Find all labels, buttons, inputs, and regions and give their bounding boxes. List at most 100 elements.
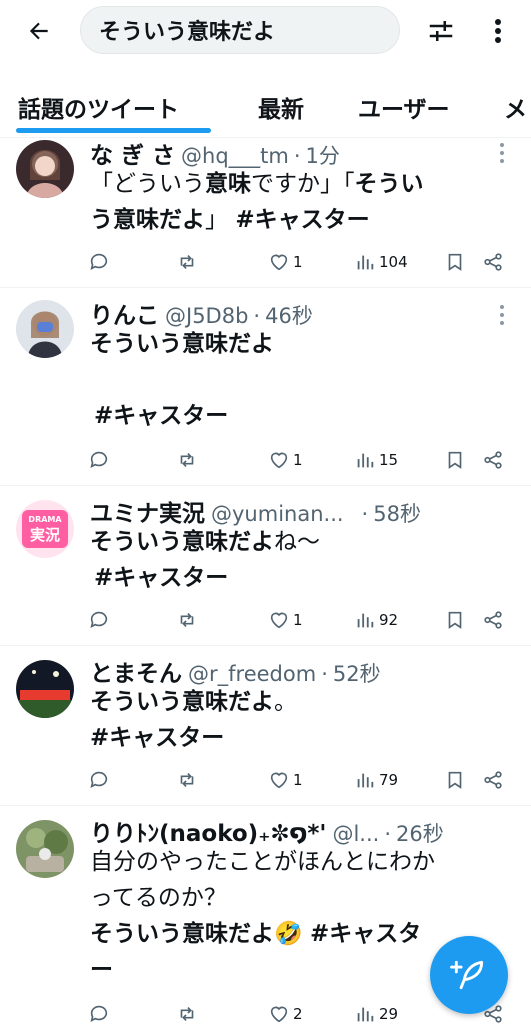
tab-media[interactable]: メ — [504, 90, 527, 124]
tab-top[interactable]: 話題のツイート — [18, 90, 179, 124]
views-button[interactable]: 79 — [354, 766, 398, 794]
share-button[interactable] — [482, 766, 504, 794]
bookmark-button[interactable] — [444, 606, 466, 634]
hashtag-link[interactable]: #キャスター — [235, 207, 369, 233]
bookmark-button[interactable] — [444, 446, 466, 474]
bookmark-button[interactable] — [444, 766, 466, 794]
view-count: 15 — [379, 451, 399, 469]
bookmark-icon — [448, 771, 462, 789]
handle[interactable]: @r_freedom — [188, 662, 316, 686]
like-count: 1 — [293, 771, 303, 789]
avatar[interactable] — [16, 140, 74, 198]
retweet-icon — [180, 254, 194, 270]
views-button[interactable]: 104 — [354, 248, 408, 276]
bookmark-button[interactable] — [444, 248, 466, 276]
heart-icon — [270, 772, 288, 789]
tweet-header: な ぎ さ @hq___tm · 1分 — [90, 136, 340, 170]
overflow-menu-icon[interactable] — [486, 14, 510, 48]
reply-button[interactable] — [88, 248, 110, 276]
reply-icon — [90, 611, 108, 628]
display-name[interactable]: な ぎ さ — [90, 136, 175, 170]
separator-dot: · — [384, 822, 391, 846]
tweet-text: そういう意味だよ #キャスター — [90, 326, 510, 434]
share-button[interactable] — [482, 446, 504, 474]
reply-icon — [90, 451, 108, 468]
tweet-menu-icon[interactable] — [499, 142, 509, 166]
share-icon — [484, 253, 502, 271]
hashtag-link[interactable]: #キャスター — [90, 560, 510, 596]
view-count: 104 — [379, 253, 408, 271]
like-button[interactable]: 1 — [268, 766, 303, 794]
view-count: 92 — [379, 611, 399, 629]
display-name[interactable]: りりﾄﾝ(naoko)₊✼໑*' — [90, 814, 326, 848]
handle[interactable]: @hq___tm — [181, 144, 289, 168]
tweet-header: ユミナ実況 @yuminan... · 58秒 — [90, 494, 421, 528]
views-icon — [357, 453, 374, 468]
hashtag-link[interactable]: #キャスタ — [310, 921, 421, 947]
handle[interactable]: @yuminan... — [211, 502, 344, 526]
avatar[interactable]: DRAMA 実況 — [16, 500, 74, 558]
handle[interactable]: @J5D8b — [165, 304, 248, 328]
avatar-label-main: 実況 — [30, 526, 60, 544]
like-button[interactable]: 1 — [268, 446, 303, 474]
separator-dot: · — [253, 304, 261, 328]
display-name[interactable]: りんこ — [90, 296, 159, 330]
search-input[interactable]: そういう意味だよ — [80, 6, 400, 54]
views-icon — [357, 255, 374, 270]
reply-button[interactable] — [88, 446, 110, 474]
views-button[interactable]: 15 — [354, 446, 398, 474]
share-button[interactable] — [482, 248, 504, 276]
heart-icon — [270, 254, 288, 271]
views-button[interactable]: 29 — [354, 1000, 398, 1024]
retweet-button[interactable] — [176, 248, 198, 276]
handle[interactable]: @l... — [332, 822, 379, 846]
like-count: 1 — [293, 611, 303, 629]
tweet-actions: 1 104 — [88, 248, 518, 276]
tweet[interactable]: りんこ @J5D8b · 46秒 そういう意味だよ #キャスター 1 15 — [0, 288, 531, 486]
bookmark-icon — [448, 253, 462, 271]
back-arrow-icon[interactable] — [22, 14, 56, 48]
hashtag-link[interactable]: #キャスター — [90, 720, 510, 756]
reply-button[interactable] — [88, 606, 110, 634]
retweet-button[interactable] — [176, 606, 198, 634]
tweet[interactable]: DRAMA 実況 ユミナ実況 @yuminan... · 58秒 そういう意味だ… — [0, 486, 531, 646]
display-name[interactable]: とまそん — [90, 654, 182, 688]
share-icon — [484, 451, 502, 469]
like-button[interactable]: 2 — [268, 1000, 303, 1024]
compose-tweet-button[interactable] — [430, 936, 508, 1014]
views-icon — [357, 773, 374, 788]
tweet-text: そういう意味だよ。 #キャスター — [90, 684, 510, 756]
avatar[interactable] — [16, 820, 74, 878]
tab-users[interactable]: ユーザー — [358, 90, 450, 124]
reply-button[interactable] — [88, 1000, 110, 1024]
tweet-text: 「どういう意味ですか」「そうい う意味だよ」 #キャスター — [90, 171, 424, 233]
share-button[interactable] — [482, 606, 504, 634]
tab-latest[interactable]: 最新 — [258, 90, 304, 124]
share-icon — [484, 611, 502, 629]
views-button[interactable]: 92 — [354, 606, 398, 634]
tweet-actions: 1 15 — [88, 446, 518, 474]
separator-dot: · — [361, 502, 369, 526]
retweet-button[interactable] — [176, 766, 198, 794]
view-count: 29 — [379, 1005, 399, 1023]
tweet[interactable]: とまそん @r_freedom · 52秒 そういう意味だよ。 #キャスター 1… — [0, 646, 531, 806]
like-button[interactable]: 1 — [268, 606, 303, 634]
bookmark-icon — [448, 451, 462, 469]
retweet-icon — [180, 772, 194, 788]
hashtag-link[interactable]: #キャスター — [90, 398, 510, 434]
retweet-button[interactable] — [176, 1000, 198, 1024]
like-button[interactable]: 1 — [268, 248, 303, 276]
emoji-rofl: 🤣 — [274, 921, 303, 947]
retweet-icon — [180, 612, 194, 628]
tweet-menu-icon[interactable] — [499, 304, 509, 328]
reply-button[interactable] — [88, 766, 110, 794]
tweet-text: そういう意味だよね～ #キャスター — [90, 524, 510, 596]
retweet-button[interactable] — [176, 446, 198, 474]
display-name[interactable]: ユミナ実況 — [90, 494, 205, 528]
avatar[interactable] — [16, 300, 74, 358]
filter-icon[interactable] — [424, 14, 458, 48]
heart-icon — [270, 452, 288, 469]
avatar[interactable] — [16, 660, 74, 718]
bookmark-icon — [448, 611, 462, 629]
tweet[interactable]: な ぎ さ @hq___tm · 1分 「どういう意味ですか」「そうい う意味だ… — [0, 128, 531, 288]
